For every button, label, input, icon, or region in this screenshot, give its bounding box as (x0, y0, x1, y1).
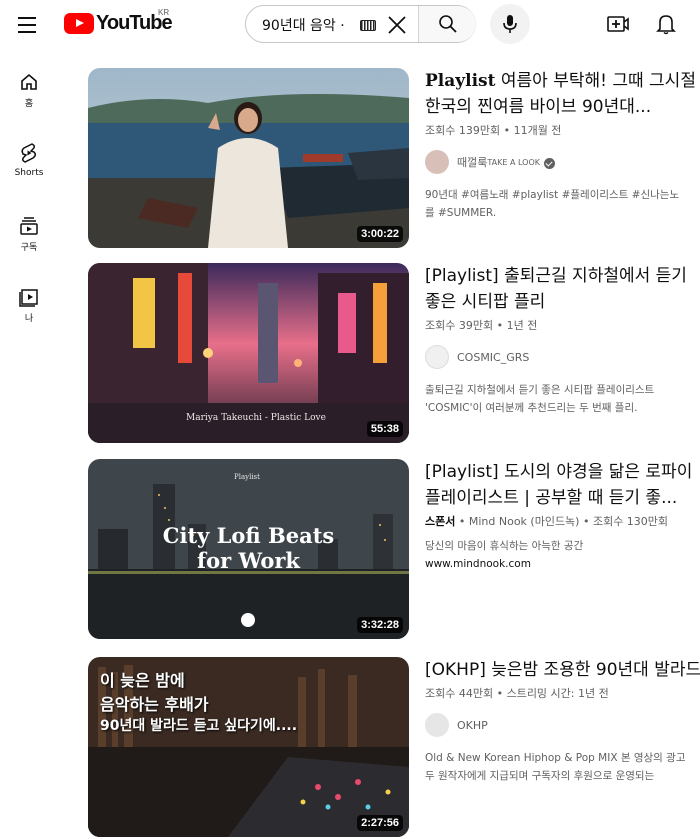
video-meta: 스폰서 • Mind Nook (마인드녹) • 조회수 130만회 (425, 515, 669, 528)
video-meta: 조회수 44만회 • 스트리밍 시간: 1년 전 (425, 687, 609, 700)
home-icon (21, 73, 37, 90)
masthead: YouTube KR 90년대 음악 · (0, 0, 700, 50)
video-duration: 55:38 (366, 421, 403, 437)
ad-result[interactable]: Playlist City Lofi Beats for Work 3:32:2… (88, 459, 700, 639)
rail-label: 나 (24, 314, 34, 324)
channel-row[interactable]: COSMIC_GRS (425, 345, 700, 369)
description-line: 90년대 #여름노래 #playlist #플레이리스트 #신나는노 (425, 189, 680, 201)
clear-icon[interactable] (386, 14, 408, 36)
search-box: 90년대 음악 · (245, 5, 476, 43)
description-line: Old & New Korean Hiphop & Pop MIX 본 영상의 … (425, 752, 686, 764)
voice-search-button[interactable] (490, 4, 530, 44)
rail-item-shorts[interactable]: Shorts (4, 126, 54, 192)
description-line: 를 #SUMMER. (425, 207, 497, 219)
video-description: 출퇴근길 지하철에서 듣기 좋은 시티팝 플레이리스트 'COSMIC'이 여러… (425, 381, 700, 417)
thumbnail-title-line: City Lofi Beats (162, 523, 335, 548)
description-line: 두 원작자에게 지급되며 구독자의 후원으로 운영되는 (425, 770, 655, 782)
video-description: 90년대 #여름노래 #playlist #플레이리스트 #신나는노 를 #SU… (425, 186, 700, 222)
rail-item-home[interactable]: 홈 (4, 56, 54, 122)
bell-icon (656, 15, 676, 35)
rail-label: 구독 (20, 243, 38, 253)
ad-url[interactable]: www.mindnook.com (425, 555, 700, 573)
subscriptions-icon (20, 217, 38, 235)
video-title[interactable]: [Playlist] 도시의 야경을 닮은 로파이 플레이리스트 | 공부할 때… (425, 459, 700, 511)
keyboard-icon[interactable] (360, 20, 376, 31)
channel-tag: TAKE A LOOK (487, 157, 540, 167)
create-button[interactable] (604, 10, 632, 38)
sponsored-badge: 스폰서 (425, 515, 456, 528)
video-info: [Playlist] 도시의 야경을 닮은 로파이 플레이리스트 | 공부할 때… (425, 459, 700, 573)
video-result[interactable]: 이 늦은 밤에 음악하는 후배가 90년대 발라드 듣고 싶다기에.... 2:… (88, 657, 700, 837)
video-info: Playlist 여름아 부탁해! 그때 그시절 한국의 찐여름 바이브 90년… (425, 68, 700, 222)
channel-avatar[interactable] (425, 345, 449, 369)
thumbnail-label: Playlist (234, 473, 260, 481)
thumbnail-text-line: 90년대 발라드 듣고 싶다기에.... (100, 718, 298, 734)
thumbnail-title-line: for Work (197, 548, 300, 573)
channel-name[interactable]: OKHP (457, 719, 488, 732)
region-code: KR (158, 8, 170, 17)
search-button[interactable] (419, 6, 476, 42)
description-line: 'COSMIC'이 여러분께 추천드리는 두 번째 플리. (425, 402, 638, 414)
video-result[interactable]: Mariya Takeuchi - Plastic Love 55:38 [Pl… (88, 263, 700, 443)
video-description: Old & New Korean Hiphop & Pop MIX 본 영상의 … (425, 749, 700, 785)
rail-item-subscriptions[interactable]: 구독 (4, 200, 54, 266)
video-info: [OKHP] 늦은밤 조용한 90년대 발라드 조회수 44만회 • 스트리밍 … (425, 657, 700, 785)
channel-name[interactable]: COSMIC_GRS (457, 351, 529, 364)
search-input[interactable]: 90년대 음악 · (262, 15, 362, 35)
video-result[interactable]: 3:00:22 Playlist 여름아 부탁해! 그때 그시절 한국의 찐여름… (88, 68, 700, 248)
description-line: 당신의 마음이 휴식하는 아늑한 공간 (425, 540, 584, 552)
play-icon (241, 613, 255, 627)
video-description: 당신의 마음이 휴식하는 아늑한 공간 www.mindnook.com (425, 537, 700, 573)
video-duration: 2:27:56 (357, 815, 403, 831)
rail-label: Shorts (14, 168, 44, 178)
video-thumbnail[interactable]: Playlist City Lofi Beats for Work 3:32:2… (88, 459, 409, 639)
video-duration: 3:32:28 (357, 617, 403, 633)
notifications-button[interactable] (652, 10, 680, 38)
thumbnail-text-line: 음악하는 후배가 (100, 695, 209, 714)
video-info: [Playlist] 출퇴근길 지하철에서 듣기 좋은 시티팝 플리 조회수 3… (425, 263, 700, 417)
search-icon (438, 15, 457, 33)
channel-name[interactable]: 때껄룩 (457, 154, 487, 170)
video-thumbnail[interactable]: 3:00:22 (88, 68, 409, 248)
channel-avatar[interactable] (425, 150, 449, 174)
video-meta: 조회수 139만회 • 11개월 전 (425, 124, 562, 137)
create-icon (607, 16, 629, 32)
video-title[interactable]: [OKHP] 늦은밤 조용한 90년대 발라드 (425, 657, 700, 683)
channel-row[interactable]: 때껄룩 TAKE A LOOK (425, 150, 700, 174)
video-duration: 3:00:22 (357, 226, 403, 242)
video-meta: 조회수 39만회 • 1년 전 (425, 319, 538, 332)
thumbnail-image (88, 68, 409, 248)
video-thumbnail[interactable]: 이 늦은 밤에 음악하는 후배가 90년대 발라드 듣고 싶다기에.... 2:… (88, 657, 409, 837)
menu-icon[interactable] (14, 10, 44, 40)
shorts-icon (21, 143, 37, 163)
you-icon (19, 289, 38, 307)
description-line: 출퇴근길 지하철에서 듣기 좋은 시티팝 플레이리스트 (425, 384, 655, 396)
channel-row[interactable]: OKHP (425, 713, 700, 737)
rail-label: 홈 (24, 99, 34, 109)
channel-avatar[interactable] (425, 713, 449, 737)
youtube-play-icon (64, 12, 94, 34)
verified-icon (543, 157, 555, 169)
video-title[interactable]: [Playlist] 출퇴근길 지하철에서 듣기 좋은 시티팝 플리 (425, 263, 700, 315)
thumbnail-text-line: 이 늦은 밤에 (100, 671, 185, 690)
thumbnail-caption: Mariya Takeuchi - Plastic Love (186, 413, 326, 423)
rail-item-you[interactable]: 나 (4, 271, 54, 337)
video-title[interactable]: Playlist 여름아 부탁해! 그때 그시절 한국의 찐여름 바이브 90년… (425, 68, 700, 120)
mic-icon (503, 15, 517, 33)
video-thumbnail[interactable]: Mariya Takeuchi - Plastic Love 55:38 (88, 263, 409, 443)
youtube-logo[interactable]: YouTube (64, 10, 173, 36)
